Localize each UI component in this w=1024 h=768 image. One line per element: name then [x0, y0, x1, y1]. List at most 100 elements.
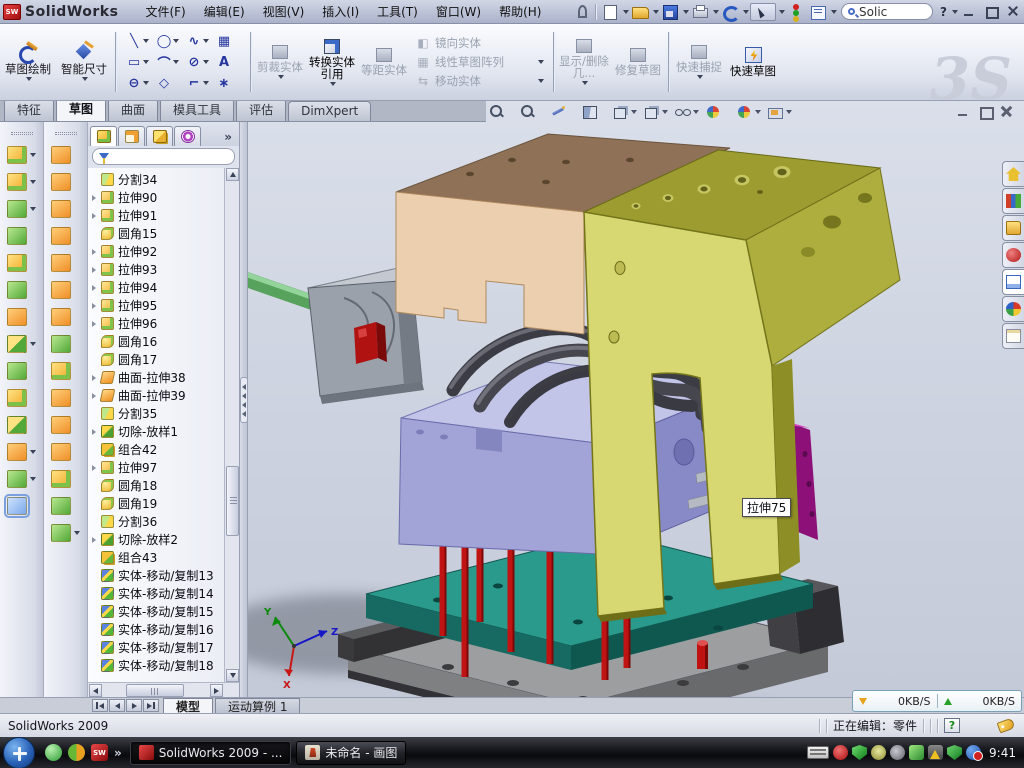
- dropdown-caret-icon[interactable]: [779, 10, 785, 14]
- task-pane-tab[interactable]: [1002, 242, 1024, 268]
- sketch-tool-row-button[interactable]: ◧ 镜向实体: [416, 35, 544, 51]
- dropdown-caret-icon[interactable]: [697, 75, 703, 79]
- badge-tray-icon[interactable]: [871, 745, 886, 760]
- feature-tool-button[interactable]: [7, 173, 36, 191]
- tree-horizontal-scrollbar[interactable]: [88, 682, 239, 697]
- dropdown-caret-icon[interactable]: [143, 60, 149, 64]
- dropdown-caret-icon[interactable]: [203, 60, 209, 64]
- dropdown-caret-icon[interactable]: [743, 10, 749, 14]
- command-tab[interactable]: 曲面: [108, 98, 158, 121]
- messenger-status-tray-icon[interactable]: [966, 745, 981, 760]
- dropdown-caret-icon[interactable]: [278, 75, 284, 79]
- scroll-thumb[interactable]: [126, 684, 184, 697]
- dropdown-caret-icon[interactable]: [662, 110, 668, 114]
- tree-item[interactable]: 实体-移动/复制15: [92, 602, 226, 620]
- feature-manager-tab[interactable]: [90, 126, 117, 146]
- surface-tool-button[interactable]: [51, 335, 80, 353]
- scroll-thumb[interactable]: [226, 466, 239, 536]
- sketch-entity-icon[interactable]: ╲: [123, 31, 153, 52]
- expand-arrow-icon[interactable]: [92, 532, 101, 546]
- print-icon[interactable]: [690, 3, 710, 21]
- feature-tool-button[interactable]: [7, 443, 36, 461]
- tree-item[interactable]: 曲面-拉伸39: [92, 386, 226, 404]
- dropdown-caret-icon[interactable]: [82, 77, 88, 81]
- options-list-icon[interactable]: [808, 3, 828, 21]
- feature-tool-button[interactable]: [7, 281, 36, 299]
- hud-button[interactable]: [550, 104, 575, 120]
- tree-item[interactable]: 圆角16: [92, 332, 226, 350]
- tree-item[interactable]: 圆角15: [92, 224, 226, 242]
- expand-arrow-icon[interactable]: [92, 316, 101, 330]
- sketch-button[interactable]: 草图绘制: [0, 24, 56, 100]
- input-method-icon[interactable]: [807, 746, 829, 759]
- messenger-icon[interactable]: [45, 744, 62, 761]
- sketch-entity-icon[interactable]: ⊖: [123, 73, 153, 94]
- scroll-up-arrow[interactable]: [226, 168, 239, 181]
- tree-item[interactable]: 拉伸97: [92, 458, 226, 476]
- dropdown-caret-icon[interactable]: [693, 110, 699, 114]
- dimxpert-manager-tab[interactable]: [174, 126, 201, 146]
- tree-item[interactable]: 分割35: [92, 404, 226, 422]
- display-delete-relations-button[interactable]: 显示/删除几...: [557, 24, 611, 100]
- smart-dimension-button[interactable]: 智能尺寸: [56, 24, 112, 100]
- tag-icon[interactable]: [997, 718, 1016, 734]
- tree-item[interactable]: 实体-移动/复制18: [92, 656, 226, 674]
- menu-item[interactable]: 插入(I): [313, 0, 368, 23]
- tree-item[interactable]: 拉伸96: [92, 314, 226, 332]
- command-tab[interactable]: 评估: [236, 98, 286, 121]
- sketch-entity-icon[interactable]: ∗: [213, 73, 243, 94]
- expand-arrow-icon[interactable]: [92, 298, 101, 312]
- pin-icon[interactable]: [571, 3, 591, 21]
- solidworks-shortcut-icon[interactable]: SW: [91, 744, 108, 761]
- hud-button[interactable]: [674, 104, 699, 120]
- dropdown-caret-icon[interactable]: [952, 10, 958, 14]
- open-document-icon[interactable]: [630, 3, 650, 21]
- command-tab[interactable]: 特征: [4, 98, 54, 121]
- status-help-button[interactable]: ?: [944, 718, 960, 733]
- model-3d-view[interactable]: Y Z X: [248, 122, 1024, 697]
- hud-button[interactable]: [488, 104, 513, 120]
- hud-button[interactable]: [767, 104, 792, 120]
- quick-snaps-button[interactable]: 快速捕捉: [672, 24, 726, 100]
- doc-close-button[interactable]: [998, 104, 1016, 119]
- doc-minimize-button[interactable]: [954, 104, 972, 119]
- network-warning-tray-icon[interactable]: [928, 745, 943, 760]
- surface-tool-button[interactable]: [51, 308, 80, 326]
- restore-button[interactable]: [982, 4, 1000, 19]
- sketch-tool-row-button[interactable]: ▦ 线性草图阵列: [416, 54, 544, 70]
- sketch-entity-icon[interactable]: ∿: [183, 31, 213, 52]
- feature-tool-button[interactable]: [7, 470, 36, 488]
- menu-item[interactable]: 文件(F): [136, 0, 194, 23]
- hud-button[interactable]: [705, 104, 730, 120]
- dropdown-caret-icon[interactable]: [30, 180, 36, 184]
- dropdown-caret-icon[interactable]: [30, 342, 36, 346]
- sketch-entity-icon[interactable]: ◯: [153, 31, 183, 52]
- surface-tool-button[interactable]: [51, 443, 80, 461]
- new-document-icon[interactable]: [600, 3, 620, 21]
- close-button[interactable]: [1004, 4, 1022, 19]
- select-tool-icon[interactable]: [750, 3, 776, 21]
- tree-item[interactable]: 切除-放样1: [92, 422, 226, 440]
- tree-item[interactable]: 圆角18: [92, 476, 226, 494]
- dropdown-caret-icon[interactable]: [203, 39, 209, 43]
- dropdown-caret-icon[interactable]: [330, 82, 336, 86]
- scroll-down-arrow[interactable]: [226, 669, 239, 682]
- sketch-entity-icon[interactable]: ◇: [153, 73, 183, 94]
- scroll-left-arrow[interactable]: [89, 684, 102, 697]
- dropdown-caret-icon[interactable]: [755, 110, 761, 114]
- sketch-entity-icon[interactable]: A: [213, 52, 243, 73]
- feature-tool-button[interactable]: [7, 362, 36, 380]
- dropdown-caret-icon[interactable]: [30, 477, 36, 481]
- sketch-entity-icon[interactable]: ▭: [123, 52, 153, 73]
- feature-tool-button[interactable]: [7, 335, 36, 353]
- feature-tool-button[interactable]: [7, 227, 36, 245]
- expand-arrow-icon[interactable]: [92, 424, 101, 438]
- media-app-icon[interactable]: [68, 744, 85, 761]
- surface-tool-button[interactable]: [51, 470, 80, 488]
- menu-item[interactable]: 帮助(H): [490, 0, 550, 23]
- surface-tool-button[interactable]: [51, 146, 80, 164]
- dropdown-caret-icon[interactable]: [203, 81, 209, 85]
- property-manager-tab[interactable]: [118, 126, 145, 146]
- search-box[interactable]: Solic: [841, 3, 933, 20]
- dropdown-caret-icon[interactable]: [143, 39, 149, 43]
